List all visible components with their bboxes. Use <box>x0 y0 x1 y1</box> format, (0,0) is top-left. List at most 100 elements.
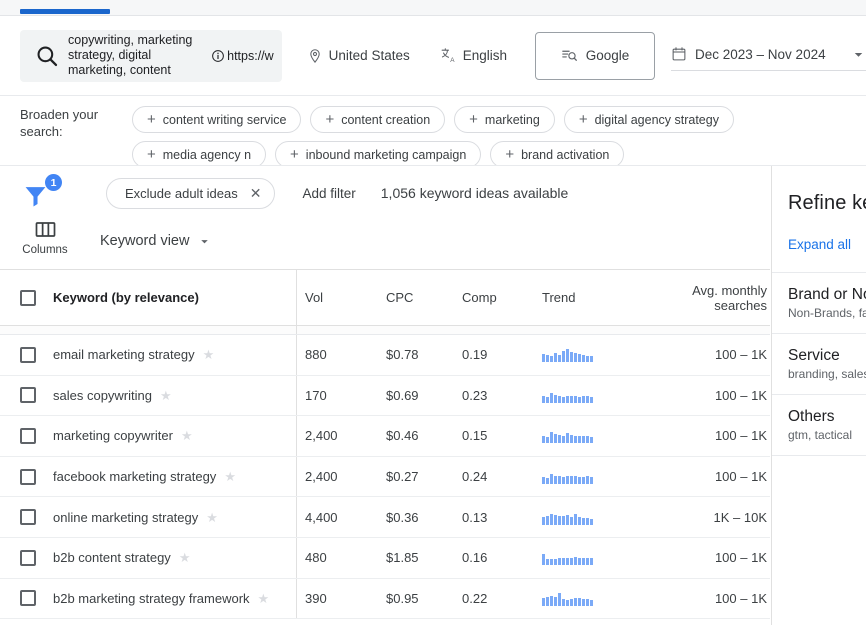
chevron-down-icon[interactable] <box>851 47 866 62</box>
plus-icon: + <box>505 146 515 163</box>
refine-panel-divider <box>772 455 866 456</box>
filter-count-badge: 1 <box>45 174 62 191</box>
filter-funnel-button[interactable]: 1 <box>22 174 66 212</box>
cell-cpc: $0.27 <box>386 469 419 485</box>
table-row[interactable]: online marketing strategy ★ 4,400 $0.36 0.13… <box>0 497 770 538</box>
keyword-label: facebook marketing strategy <box>53 469 217 485</box>
cell-trend <box>539 591 639 606</box>
select-all-cell <box>0 289 48 306</box>
refine-item-title: Brand or Non-Brand <box>788 286 866 303</box>
chevron-down-icon <box>198 235 211 248</box>
broaden-chip[interactable]: + digital agency strategy <box>563 106 734 133</box>
cell-keyword: sales copywriting ★ <box>48 388 296 403</box>
checkbox-unchecked-icon[interactable] <box>20 590 36 607</box>
keyword-planner-page: copywriting, marketing strategy, digital… <box>0 0 866 625</box>
search-engine-selector[interactable]: Google <box>535 31 655 80</box>
active-filter-chip[interactable]: Exclude adult ideas ✕ <box>106 177 276 209</box>
refine-item-brand-or-non-brand[interactable]: Brand or Non-Brand Non-Brands, fa <box>772 272 866 333</box>
plus-icon: + <box>325 111 335 128</box>
checkbox-unchecked-icon[interactable] <box>20 509 36 526</box>
table-row[interactable]: b2b marketing strategy framework ★ 390 $0.9… <box>0 578 770 620</box>
columns-icon <box>34 218 57 241</box>
star-outline-icon[interactable]: ★ <box>179 551 191 564</box>
cell-cpc: $0.78 <box>386 347 419 363</box>
col-header-cpc[interactable]: CPC <box>376 290 460 305</box>
location-selector[interactable]: United States <box>307 48 410 64</box>
table-row[interactable]: facebook marketing strategy ★ 2,400 $0.27 0.… <box>0 456 770 498</box>
site-url-chip[interactable]: https://w <box>211 49 274 63</box>
checkbox-unchecked-icon[interactable] <box>20 468 36 485</box>
cell-trend <box>539 347 639 363</box>
col-header-comp[interactable]: Comp <box>460 290 539 305</box>
plus-icon: + <box>147 111 156 128</box>
broaden-chip[interactable]: + content writing service <box>132 106 302 133</box>
cell-vol: 480 <box>305 550 327 566</box>
cell-trend <box>539 428 639 444</box>
cell-avg-monthly-searches: 100 – 1K <box>714 387 767 403</box>
table-header-row: Keyword (by relevance) Vol CPC Comp Tren… <box>0 269 770 326</box>
trend-sparkline <box>542 388 639 403</box>
column-divider <box>296 456 297 497</box>
broaden-chip[interactable]: + content creation <box>310 106 446 133</box>
col-header-avg-monthly-searches[interactable]: Avg. monthly searches <box>639 283 769 313</box>
cell-trend <box>539 510 639 525</box>
col-header-vol[interactable]: Vol <box>296 290 376 305</box>
language-selector[interactable]: A English <box>440 47 507 64</box>
keyword-ideas-count: 1,056 keyword ideas available <box>380 185 569 201</box>
calendar-icon <box>671 46 687 62</box>
star-outline-icon[interactable]: ★ <box>206 511 218 524</box>
cell-keyword: online marketing strategy ★ <box>48 510 296 525</box>
table-row[interactable]: b2b content strategy ★ 480 $1.85 0.16 100 – 1… <box>0 537 770 579</box>
cell-vol: 4,400 <box>305 509 338 525</box>
checkbox-unchecked-icon[interactable] <box>20 346 36 363</box>
cell-vol: 2,400 <box>305 428 338 444</box>
star-outline-icon[interactable]: ★ <box>258 592 270 605</box>
checkbox-unchecked-icon[interactable] <box>20 427 36 444</box>
checkbox-unchecked-icon[interactable] <box>20 289 36 306</box>
col-header-keyword[interactable]: Keyword (by relevance) <box>48 290 296 305</box>
cell-vol: 2,400 <box>305 469 338 485</box>
column-divider <box>296 416 297 456</box>
columns-button[interactable]: Columns <box>14 218 76 256</box>
keyword-ideas-table: Keyword (by relevance) Vol CPC Comp Tren… <box>0 269 770 625</box>
scope-bar: copywriting, marketing strategy, digital… <box>0 16 866 95</box>
refine-item-service[interactable]: Service branding, sales <box>772 333 866 394</box>
star-outline-icon[interactable]: ★ <box>203 348 215 361</box>
view-controls-row: Columns Keyword view <box>0 218 211 256</box>
refine-item-others[interactable]: Others gtm, tactical <box>772 394 866 455</box>
star-outline-icon[interactable]: ★ <box>224 470 236 483</box>
broaden-chip-list: + content writing service + content creati… <box>132 106 866 168</box>
cell-comp: 0.13 <box>462 509 488 525</box>
col-header-trend[interactable]: Trend <box>539 290 639 305</box>
table-row[interactable]: sales copywriting ★ 170 $0.69 0.23 100 – 1K <box>0 375 770 417</box>
close-icon[interactable]: ✕ <box>250 185 262 202</box>
expand-all-link[interactable]: Expand all <box>772 215 866 272</box>
broaden-chip-label: marketing <box>484 112 540 127</box>
broaden-chip-label: content creation <box>341 112 431 127</box>
broaden-chip[interactable]: + brand activation <box>490 141 625 168</box>
search-icon <box>34 43 60 69</box>
cell-vol: 170 <box>305 387 327 403</box>
broaden-chip[interactable]: + marketing <box>454 106 555 133</box>
checkbox-unchecked-icon[interactable] <box>20 387 36 404</box>
table-row[interactable]: email marketing strategy ★ 880 $0.78 0.19 100… <box>0 335 770 376</box>
filter-toolbar: 1 Exclude adult ideas ✕ Add filter 1,056… <box>0 166 770 269</box>
keyword-view-selector[interactable]: Keyword view <box>100 233 211 249</box>
refine-item-subtitle: Non-Brands, fa <box>788 306 866 320</box>
checkbox-unchecked-icon[interactable] <box>20 549 36 566</box>
date-range-selector[interactable]: Dec 2023 – Nov 2024 <box>671 41 866 71</box>
plus-icon: + <box>469 111 478 128</box>
active-tab-indicator <box>20 9 110 14</box>
star-outline-icon[interactable]: ★ <box>181 429 193 442</box>
star-outline-icon[interactable]: ★ <box>160 389 172 402</box>
keyword-search-box[interactable]: copywriting, marketing strategy, digital… <box>20 29 282 82</box>
broaden-chip[interactable]: + media agency n <box>132 141 267 168</box>
table-row[interactable]: marketing copywriter ★ 2,400 $0.46 0.15 100 –… <box>0 416 770 457</box>
refine-item-subtitle: gtm, tactical <box>788 428 853 442</box>
broaden-chip[interactable]: + inbound marketing campaign <box>275 141 482 168</box>
add-filter-button[interactable]: Add filter <box>302 186 355 201</box>
location-pin-icon <box>307 48 323 64</box>
row-select-cell <box>0 509 48 526</box>
plus-icon: + <box>147 146 156 163</box>
cell-cpc: $0.69 <box>386 387 419 403</box>
